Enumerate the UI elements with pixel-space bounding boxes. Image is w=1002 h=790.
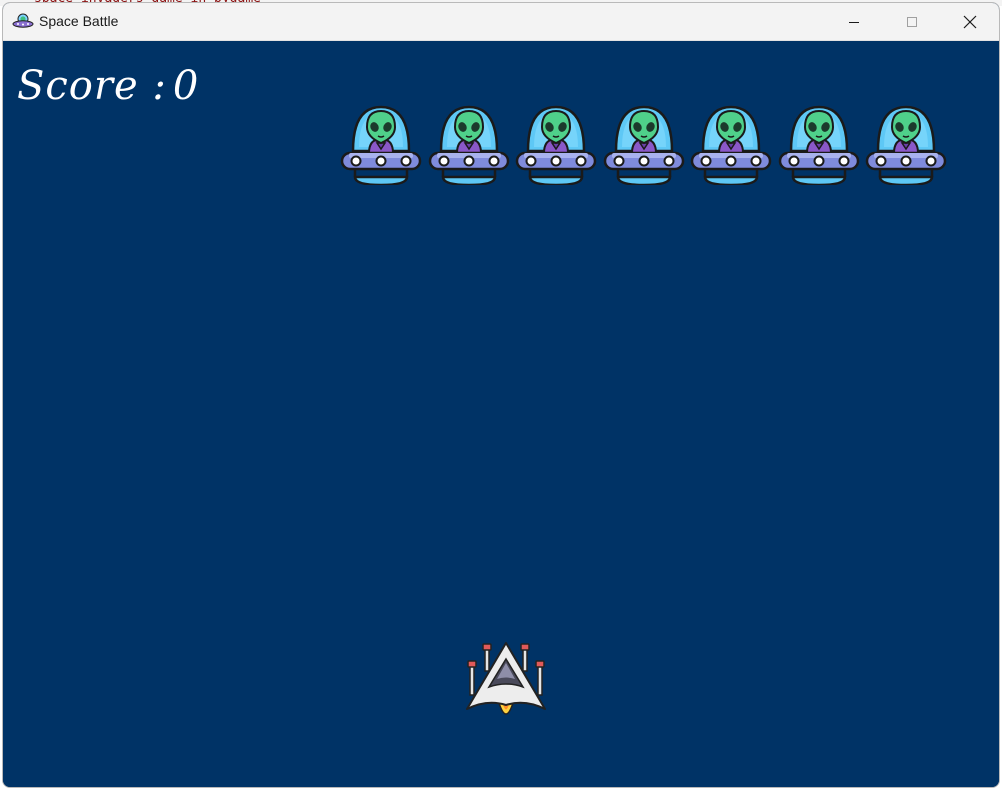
score-value: 0 xyxy=(172,63,200,109)
title-bar[interactable]: Space Battle xyxy=(3,3,999,41)
spaceship-icon xyxy=(466,642,546,715)
window-title: Space Battle xyxy=(39,13,119,29)
ufo-icon xyxy=(12,13,34,28)
minimize-icon xyxy=(849,22,859,23)
alien-ufo-icon xyxy=(689,101,773,187)
score-label: Score : xyxy=(17,63,167,109)
alien-ufo-icon xyxy=(864,101,948,187)
alien-ufo-icon xyxy=(602,101,686,187)
alien-ufo-icon xyxy=(339,101,423,187)
score-display: Score :0 xyxy=(17,63,199,109)
game-window: Space Battle Score :0 xyxy=(2,2,1000,788)
maximize-icon xyxy=(907,17,917,27)
alien-ufo-icon xyxy=(777,101,861,187)
maximize-button[interactable] xyxy=(883,3,941,41)
minimize-button[interactable] xyxy=(825,3,883,41)
game-canvas[interactable]: Score :0 xyxy=(3,41,999,787)
alien-ufo-icon xyxy=(514,101,598,187)
close-button[interactable] xyxy=(941,3,999,41)
alien-ufo-icon xyxy=(427,101,511,187)
close-icon xyxy=(963,15,977,29)
